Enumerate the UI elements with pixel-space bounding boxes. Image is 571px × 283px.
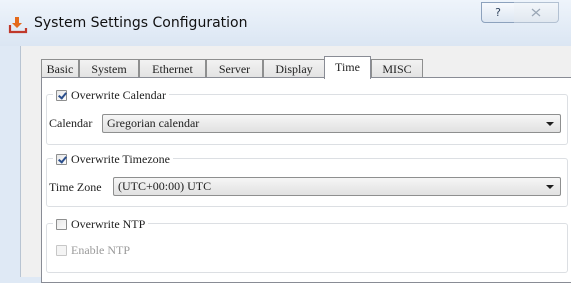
tab-server[interactable]: Server [206,59,263,77]
download-arrow-icon [8,17,28,34]
checkbox-unchecked-icon[interactable] [56,218,67,230]
timezone-select[interactable]: (UTC+00:00) UTC [113,177,561,196]
tab-misc[interactable]: MISC [371,59,423,77]
ntp-group: Overwrite NTP Enable NTP [46,216,568,273]
enable-ntp-label: Enable NTP [71,243,130,257]
calendar-group: Overwrite Calendar Calendar Gregorian ca… [46,87,568,145]
timezone-value: (UTC+00:00) UTC [118,179,212,193]
close-icon [531,8,541,17]
checkbox-checked-icon[interactable] [56,89,67,101]
tab-label: System [91,62,127,76]
tab-label: Display [275,62,313,76]
tab-display[interactable]: Display [263,59,325,77]
overwrite-calendar-label: Overwrite Calendar [71,87,166,102]
tab-system[interactable]: System [79,59,139,77]
window-title: System Settings Configuration [34,15,248,31]
overwrite-ntp-checkbox[interactable]: Overwrite NTP [53,216,149,232]
help-icon: ? [495,6,501,19]
close-button[interactable] [514,2,559,23]
timezone-group: Overwrite Timezone Time Zone (UTC+00:00)… [46,151,568,207]
help-button[interactable]: ? [481,2,515,23]
overwrite-ntp-label: Overwrite NTP [71,216,146,231]
chevron-down-icon [546,185,554,189]
overwrite-timezone-checkbox[interactable]: Overwrite Timezone [53,151,173,167]
checkbox-checked-icon[interactable] [56,153,67,165]
tab-basic[interactable]: Basic [41,59,79,77]
timezone-label: Time Zone [49,180,102,194]
tab-ethernet[interactable]: Ethernet [139,59,206,77]
tab-time[interactable]: Time [324,56,371,79]
dialog-client-area: Basic System Ethernet Server Display Tim… [20,46,571,283]
tab-label: Basic [46,62,74,76]
checkbox-disabled-icon[interactable] [56,245,67,256]
tab-label: MISC [382,62,412,76]
window-titlebar[interactable]: System Settings Configuration ? [0,0,571,46]
overwrite-timezone-label: Overwrite Timezone [71,151,170,166]
calendar-select[interactable]: Gregorian calendar [102,114,561,133]
tab-label: Server [218,62,251,76]
calendar-label: Calendar [49,116,93,130]
time-tab-panel: Overwrite Calendar Calendar Gregorian ca… [41,77,571,283]
tab-label: Time [335,60,360,74]
overwrite-calendar-checkbox[interactable]: Overwrite Calendar [53,87,169,103]
chevron-down-icon [546,122,554,126]
tab-label: Ethernet [152,62,193,76]
enable-ntp-checkbox[interactable]: Enable NTP [56,243,130,258]
calendar-value: Gregorian calendar [107,116,200,130]
